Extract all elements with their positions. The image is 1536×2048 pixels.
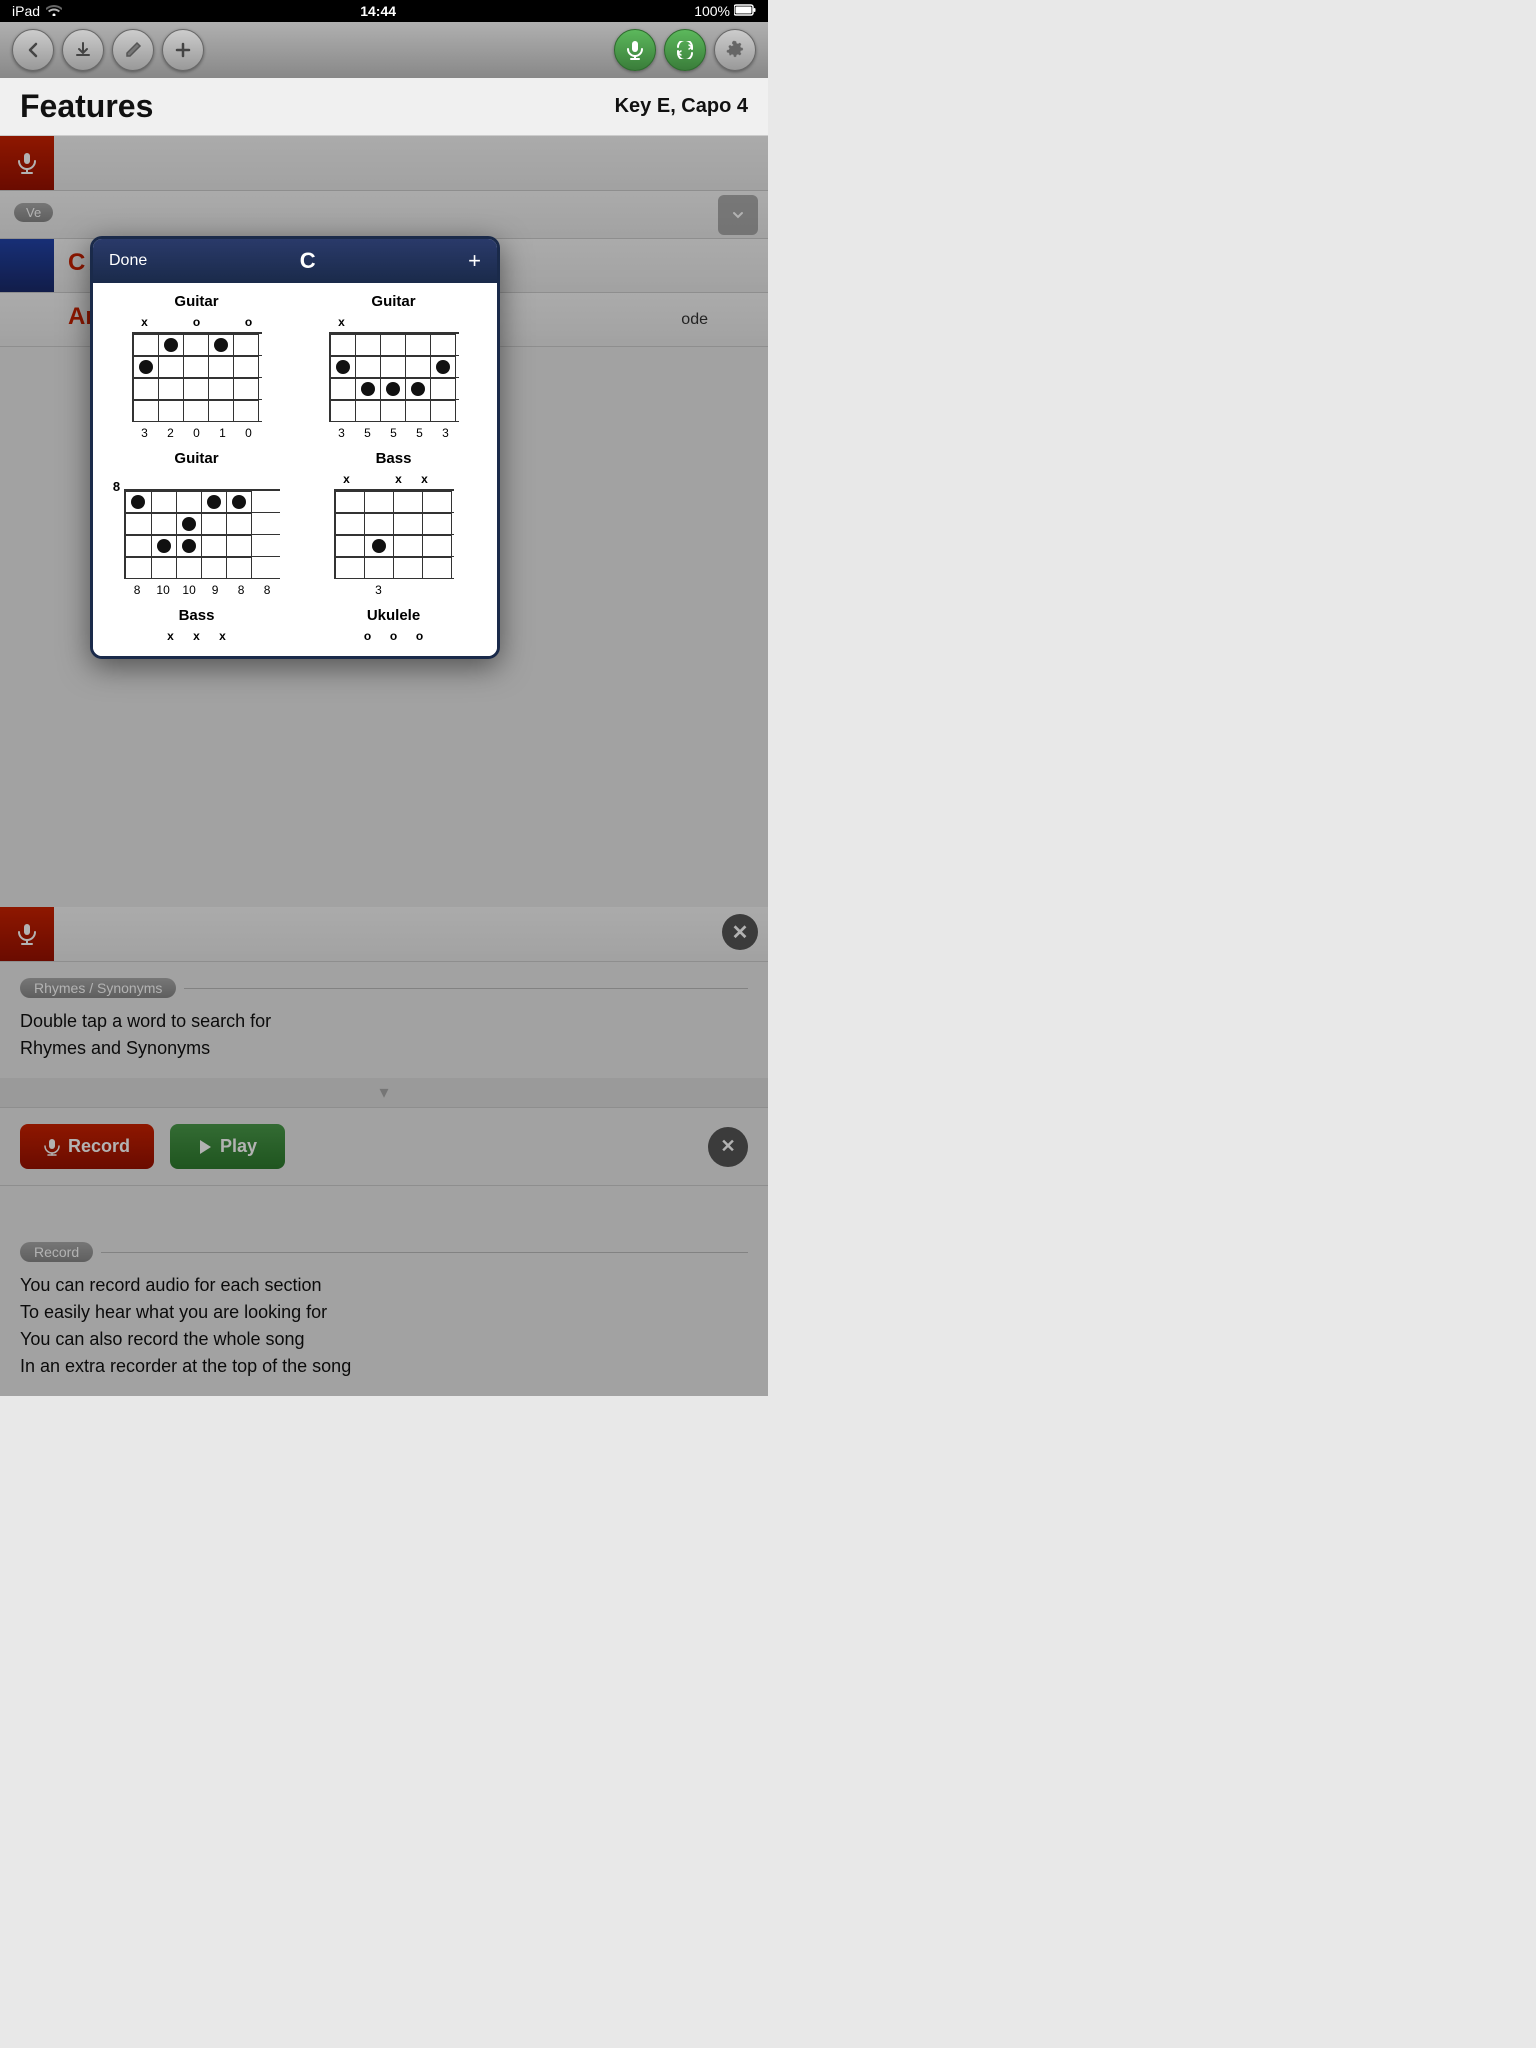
edit-button[interactable] [112, 29, 154, 71]
chord-markers-bass-2: x x x [158, 628, 236, 644]
chord-numbers-3: 8 10 10 9 8 8 [124, 583, 280, 597]
chord-diagram-guitar-1: Guitar x o o [103, 293, 290, 440]
chord-markers-ukulele: o o o [355, 628, 433, 644]
page-header: Features Key E, Capo 4 [0, 78, 768, 136]
chord-markers-2: x [329, 314, 459, 330]
chord-numbers-1: 3 2 0 1 0 [132, 426, 262, 440]
mic-button[interactable] [614, 29, 656, 71]
chord-label-guitar-2: Guitar [371, 293, 415, 310]
wifi-icon [46, 3, 62, 19]
chord-diagram-guitar-2: Guitar x [300, 293, 487, 440]
fret-number-3: 8 [113, 479, 120, 494]
key-info: Key E, Capo 4 [615, 95, 748, 118]
chord-diagram-bass-2: Bass x x x [103, 607, 290, 646]
battery-label: 100% [694, 3, 730, 19]
status-bar: iPad 14:44 100% [0, 0, 768, 22]
chord-popup-header: Done C + [93, 239, 497, 283]
toolbar-left [12, 29, 204, 71]
chord-popup-plus-btn[interactable]: + [468, 248, 481, 274]
chord-popup-done-btn[interactable]: Done [109, 252, 147, 270]
status-right: 100% [694, 3, 756, 19]
settings-button[interactable] [714, 29, 756, 71]
back-button[interactable] [12, 29, 54, 71]
toolbar-right [614, 29, 756, 71]
main-content: Ve C Add Am Cho ode Done C + [0, 136, 768, 1396]
add-button[interactable] [162, 29, 204, 71]
chord-markers-3 [124, 471, 280, 487]
chord-label-guitar-1: Guitar [174, 293, 218, 310]
status-left: iPad [12, 3, 62, 19]
loop-button[interactable] [664, 29, 706, 71]
toolbar [0, 22, 768, 78]
ipad-label: iPad [12, 3, 40, 19]
chord-diagram-ukulele: Ukulele o o o [300, 607, 487, 646]
chord-numbers-bass-1: 3 [334, 583, 454, 597]
chord-label-ukulele: Ukulele [367, 607, 420, 624]
chord-label-guitar-3: Guitar [174, 450, 218, 467]
chord-diagram-bass-1: Bass x x x [300, 450, 487, 597]
download-button[interactable] [62, 29, 104, 71]
chord-label-bass-1: Bass [376, 450, 412, 467]
chord-markers-1: x o o [132, 314, 262, 330]
chord-diagram-guitar-3: Guitar 8 [103, 450, 290, 597]
chord-numbers-2: 3 5 5 5 3 [329, 426, 459, 440]
status-time: 14:44 [360, 3, 396, 19]
chord-popup: Done C + Guitar x o o [90, 236, 500, 659]
chord-popup-title: C [147, 248, 468, 274]
chord-label-bass-2: Bass [179, 607, 215, 624]
chord-markers-bass-1: x x x [334, 471, 454, 487]
page-title: Features [20, 88, 153, 125]
chord-popup-body: Guitar x o o [93, 283, 497, 656]
battery-icon [734, 3, 756, 19]
